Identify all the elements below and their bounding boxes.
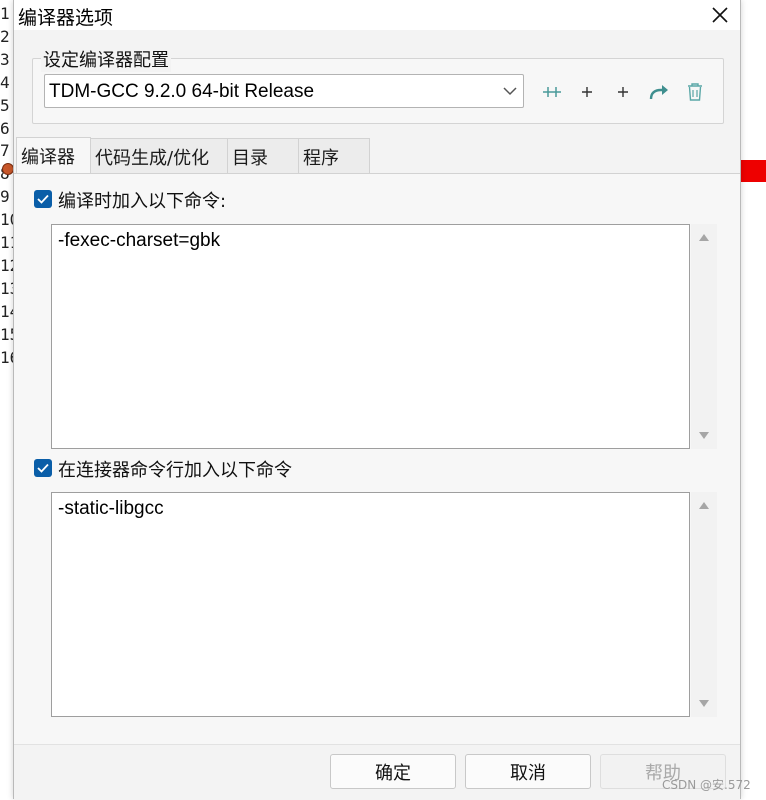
checkmark-icon <box>37 194 49 204</box>
dialog-button-bar: 确定 取消 帮助 <box>14 744 740 800</box>
line-number: 3 <box>0 49 10 69</box>
close-icon <box>712 7 728 23</box>
chevron-down-icon <box>503 87 517 96</box>
compile-option-label: 编译时加入以下命令: <box>58 191 227 212</box>
line-number: 7 <box>0 141 10 161</box>
line-number: 4 <box>0 72 10 92</box>
cancel-button[interactable]: 取消 <box>465 754 591 789</box>
delete-button[interactable] <box>681 79 709 105</box>
rename-button[interactable] <box>645 79 673 105</box>
linker-option-label: 在连接器命令行加入以下命令 <box>58 460 292 481</box>
add-alt-button[interactable] <box>609 79 637 105</box>
tab-programs[interactable]: 程序 <box>298 138 370 173</box>
trash-icon <box>688 83 702 101</box>
watermark: CSDN @安.572 <box>662 778 751 792</box>
background-editor-edge <box>740 0 766 799</box>
compiler-config-select[interactable]: TDM-GCC 9.2.0 64-bit Release <box>44 74 524 108</box>
close-button[interactable] <box>700 0 740 30</box>
add-alt-icon <box>618 87 628 97</box>
tab-codegen[interactable]: 代码生成/优化 <box>90 138 228 173</box>
scroll-down-icon[interactable] <box>699 700 709 707</box>
add-icon <box>582 87 592 97</box>
scroll-down-icon[interactable] <box>699 432 709 439</box>
linker-option-textarea[interactable]: -static-libgcc <box>51 492 690 717</box>
compile-option-checkbox[interactable] <box>34 190 52 208</box>
line-number: 5 <box>0 95 10 115</box>
dialog-title: 编译器选项 <box>18 7 114 29</box>
linker-option-value: -static-libgcc <box>58 498 164 519</box>
line-number: 9 <box>0 187 10 207</box>
line-number: 6 <box>0 118 10 138</box>
editor-marker <box>740 160 766 182</box>
ok-button[interactable]: 确定 <box>330 754 456 789</box>
line-number: 2 <box>0 26 10 46</box>
add-button[interactable] <box>573 79 601 105</box>
compile-option-value: -fexec-charset=gbk <box>58 230 221 251</box>
checkmark-icon <box>37 463 49 473</box>
config-group-label: 设定编译器配置 <box>41 46 171 72</box>
tab-directories[interactable]: 目录 <box>227 138 299 173</box>
tab-compiler[interactable]: 编译器 <box>16 137 91 173</box>
add-compiler-icon <box>543 87 561 97</box>
linker-option-checkbox[interactable] <box>34 459 52 477</box>
add-compiler-button[interactable] <box>538 79 566 105</box>
line-number: 1 <box>0 4 10 23</box>
linker-option-scrollbar[interactable] <box>691 492 717 717</box>
rename-icon <box>649 85 668 100</box>
title-bar: 编译器选项 <box>14 0 740 30</box>
compiler-config-value: TDM-GCC 9.2.0 64-bit Release <box>49 81 315 102</box>
compile-option-scrollbar[interactable] <box>691 224 717 449</box>
compiler-options-dialog: 编译器选项 设定编译器配置 TDM-GCC 9.2.0 64-bit Relea… <box>13 0 741 800</box>
scroll-up-icon[interactable] <box>699 502 709 509</box>
compile-option-textarea[interactable]: -fexec-charset=gbk <box>51 224 690 449</box>
scroll-up-icon[interactable] <box>699 234 709 241</box>
